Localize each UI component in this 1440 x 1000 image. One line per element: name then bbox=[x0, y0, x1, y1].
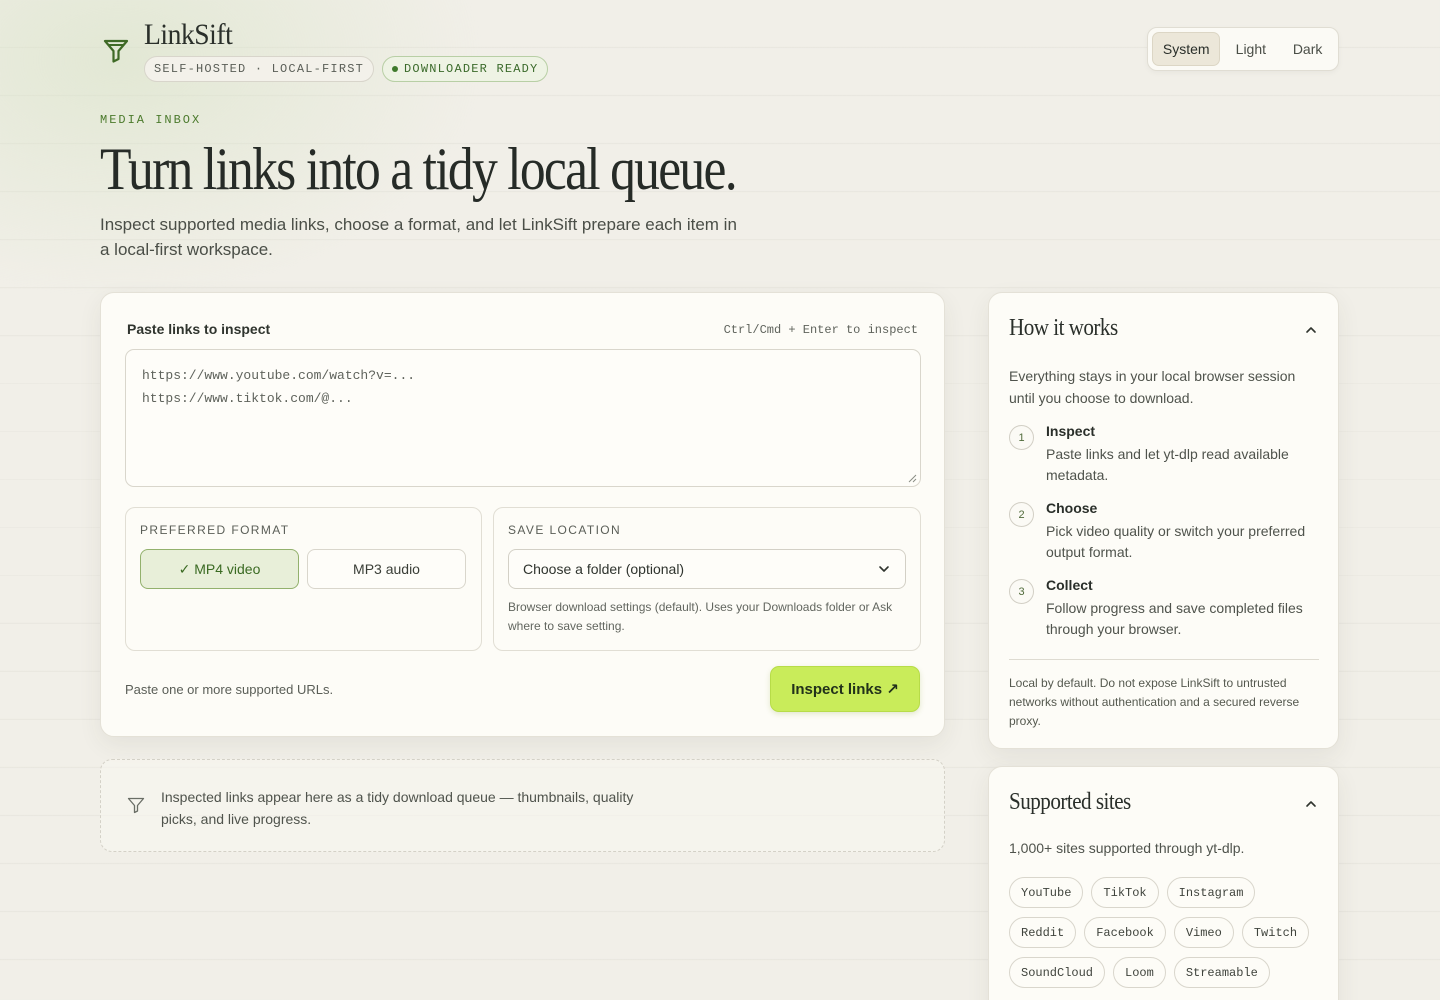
site-chip-vimeo[interactable]: Vimeo bbox=[1173, 917, 1234, 948]
urls-hint: Paste one or more supported URLs. bbox=[125, 682, 334, 697]
funnel-icon bbox=[103, 39, 129, 63]
step-title: Choose bbox=[1046, 500, 1098, 516]
status-badge: DOWNLOADER READY bbox=[382, 56, 549, 82]
save-location-panel: SAVE LOCATION Choose a folder (optional)… bbox=[493, 507, 921, 651]
site-chip-soundcloud[interactable]: SoundCloud bbox=[1009, 957, 1106, 988]
chevron-up-icon[interactable] bbox=[1304, 797, 1318, 811]
format-mp3-button[interactable]: MP3 audio bbox=[307, 549, 466, 589]
queue-empty-state: Inspected links appear here as a tidy do… bbox=[100, 759, 945, 852]
format-mp4-button[interactable]: ✓ MP4 video bbox=[140, 549, 299, 589]
site-chip-youtube[interactable]: YouTube bbox=[1009, 877, 1084, 908]
hosting-badge: SELF-HOSTED · LOCAL-FIRST bbox=[144, 56, 375, 82]
inspect-links-button[interactable]: Inspect links ↗ bbox=[770, 666, 920, 712]
how-it-works-card: How it works Everything stays in your lo… bbox=[988, 292, 1339, 749]
save-location-note: Browser download settings (default). Use… bbox=[508, 600, 893, 633]
how-it-works-intro: Everything stays in your local browser s… bbox=[1009, 368, 1296, 406]
site-chips: YouTube TikTok Instagram Reddit Facebook… bbox=[1009, 877, 1324, 988]
step-number: 3 bbox=[1009, 579, 1034, 604]
folder-select[interactable]: Choose a folder (optional) bbox=[508, 549, 906, 589]
chevron-down-icon bbox=[879, 566, 889, 572]
site-chip-twitch[interactable]: Twitch bbox=[1241, 917, 1310, 948]
format-panel: PREFERRED FORMAT ✓ MP4 video MP3 audio bbox=[125, 507, 482, 651]
paste-links-label: Paste links to inspect bbox=[127, 321, 271, 337]
supported-sites-intro: 1,000+ sites supported through yt-dlp. bbox=[1009, 840, 1245, 856]
site-chip-facebook[interactable]: Facebook bbox=[1084, 917, 1166, 948]
folder-select-value: Choose a folder (optional) bbox=[523, 561, 685, 577]
hero-subtitle: Inspect supported media links, choose a … bbox=[100, 215, 737, 259]
step-number: 2 bbox=[1009, 502, 1034, 527]
step-description: Paste links and let yt-dlp read availabl… bbox=[1046, 446, 1289, 483]
site-chip-instagram[interactable]: Instagram bbox=[1166, 877, 1256, 908]
chevron-up-icon[interactable] bbox=[1304, 323, 1318, 337]
links-textarea[interactable] bbox=[125, 349, 921, 487]
theme-light-button[interactable]: Light bbox=[1224, 32, 1277, 66]
funnel-icon bbox=[127, 797, 145, 814]
theme-dark-button[interactable]: Dark bbox=[1281, 32, 1334, 66]
status-dot-icon bbox=[392, 66, 399, 72]
status-badge-label: DOWNLOADER READY bbox=[404, 62, 539, 76]
site-chip-loom[interactable]: Loom bbox=[1113, 957, 1166, 988]
save-location-label: SAVE LOCATION bbox=[508, 523, 622, 537]
step-title: Inspect bbox=[1046, 423, 1096, 439]
format-label: PREFERRED FORMAT bbox=[140, 523, 290, 537]
site-chip-tiktok[interactable]: TikTok bbox=[1091, 877, 1159, 908]
brand-name: LinkSift bbox=[144, 18, 233, 51]
site-chip-streamable[interactable]: Streamable bbox=[1173, 957, 1270, 988]
how-it-works-title: How it works bbox=[1009, 315, 1118, 341]
brand: LinkSift SELF-HOSTED · LOCAL-FIRST DOWNL… bbox=[100, 18, 549, 82]
step-number: 1 bbox=[1009, 425, 1034, 450]
theme-switcher: System Light Dark bbox=[1147, 27, 1339, 71]
step-description: Pick video quality or switch your prefer… bbox=[1046, 523, 1306, 560]
supported-sites-title: Supported sites bbox=[1009, 789, 1131, 815]
resize-handle-icon[interactable] bbox=[907, 473, 917, 483]
step-description: Follow progress and save completed files… bbox=[1046, 600, 1303, 637]
inspect-card: Paste links to inspect Ctrl/Cmd + Enter … bbox=[100, 292, 945, 737]
site-chip-reddit[interactable]: Reddit bbox=[1009, 917, 1077, 948]
hero-eyebrow: MEDIA INBOX bbox=[100, 113, 202, 127]
supported-sites-card: Supported sites 1,000+ sites supported t… bbox=[988, 766, 1339, 1000]
theme-system-button[interactable]: System bbox=[1152, 32, 1221, 66]
divider bbox=[1009, 659, 1319, 660]
step-title: Collect bbox=[1046, 577, 1093, 593]
security-note: Local by default. Do not expose LinkSift… bbox=[1009, 676, 1300, 728]
hero-title: Turn links into a tidy local queue. bbox=[100, 136, 738, 202]
queue-empty-text: Inspected links appear here as a tidy do… bbox=[161, 789, 634, 827]
shortcut-hint: Ctrl/Cmd + Enter to inspect bbox=[723, 323, 918, 337]
